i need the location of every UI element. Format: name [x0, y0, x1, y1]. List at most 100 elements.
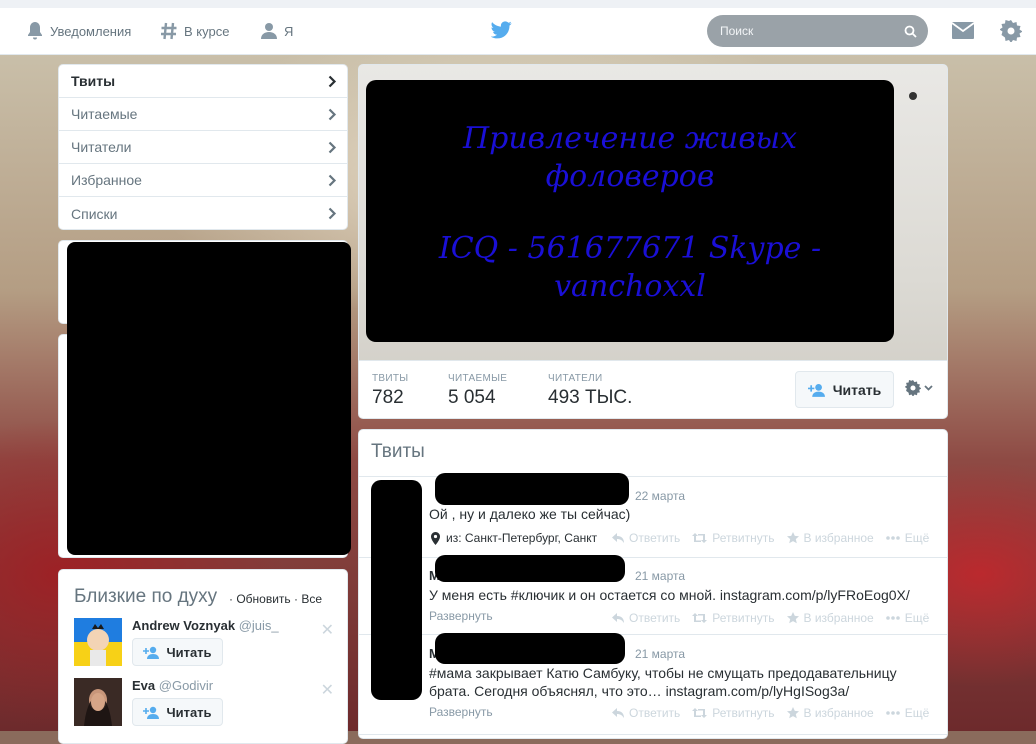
stat-followers-label: ЧИТАТЕЛИ: [548, 373, 603, 384]
tweet-item[interactable]: 22 марта Ой , ну и далеко же ты сейчас) …: [359, 473, 947, 558]
tweet-date[interactable]: 21 марта: [635, 569, 685, 583]
who-to-follow-title: Близкие по духу: [74, 586, 218, 607]
stat-following-value: 5 054: [448, 387, 496, 408]
more-dots-icon: [885, 616, 900, 620]
reply-action[interactable]: Ответить: [612, 611, 680, 625]
tweet-location-label: из: Санкт-Петербург, Санкт: [446, 531, 598, 545]
dismiss-icon[interactable]: ✕: [321, 620, 334, 640]
retweet-label: Ретвитнуть: [712, 531, 775, 545]
stat-followers-value: 493 ТЫС.: [548, 387, 633, 408]
nav-discover-label: В курсе: [184, 23, 230, 39]
nav-notifications[interactable]: Уведомления: [26, 8, 131, 54]
suggested-user-name[interactable]: Andrew Voznyak: [132, 618, 235, 633]
follow-button[interactable]: Читать: [132, 638, 223, 666]
more-label: Ещё: [904, 706, 930, 720]
nav-me-label: Я: [284, 23, 294, 39]
stat-tweets-label: ТВИТЫ: [372, 373, 409, 384]
stat-tweets[interactable]: ТВИТЫ 782: [372, 373, 408, 409]
location-pin-icon: [431, 531, 440, 545]
banner-text-line: Привлечение живых: [462, 121, 798, 156]
tweet-text-part: У меня есть: [429, 587, 511, 603]
menu-item-tweets[interactable]: Твиты: [59, 65, 347, 98]
menu-item-lists-label: Списки: [71, 205, 118, 222]
menu-item-favorites[interactable]: Избранное: [59, 164, 347, 197]
reply-icon: [612, 533, 624, 543]
reply-action[interactable]: Ответить: [612, 531, 680, 545]
retweet-icon: [692, 708, 708, 718]
avatar[interactable]: [74, 678, 122, 726]
favorite-label: В избранное: [803, 706, 874, 720]
favorite-action[interactable]: В избранное: [786, 706, 874, 720]
tweet-text: Ой , ну и далеко же ты сейчас): [429, 506, 631, 522]
gear-icon: [905, 380, 921, 396]
search-icon[interactable]: [904, 25, 917, 38]
messages-icon[interactable]: [952, 22, 974, 39]
redacted-username: [435, 555, 625, 582]
view-all-link[interactable]: Все: [301, 592, 322, 606]
twitter-bird-logo[interactable]: [491, 21, 512, 39]
refresh-link[interactable]: Обновить: [236, 592, 290, 606]
tweet-location[interactable]: из: Санкт-Петербург, Санкт: [431, 531, 601, 545]
timeline-card: Твиты 22 марта Ой , ну и далеко же ты се…: [358, 429, 948, 739]
favorite-action[interactable]: В избранное: [786, 611, 874, 625]
more-action[interactable]: Ещё: [885, 531, 929, 545]
suggested-user-handle: @Godivir: [158, 678, 214, 693]
bell-icon: [28, 22, 42, 40]
more-action[interactable]: Ещё: [885, 611, 929, 625]
more-action[interactable]: Ещё: [885, 706, 930, 720]
star-icon: [786, 612, 799, 624]
tweet-date[interactable]: 21 марта: [635, 647, 685, 661]
reply-label: Ответить: [629, 706, 681, 720]
stat-following[interactable]: ЧИТАЕМЫЕ 5 054: [448, 373, 507, 409]
chevron-down-icon: [924, 385, 933, 391]
stat-followers[interactable]: ЧИТАТЕЛИ 493 ТЫС.: [548, 373, 632, 409]
follow-button-label: Читать: [166, 644, 212, 660]
avatar[interactable]: [74, 618, 122, 666]
nav-me[interactable]: Я: [260, 8, 293, 54]
search-input[interactable]: [707, 15, 900, 47]
favorite-label: В избранное: [803, 611, 874, 625]
retweet-action[interactable]: Ретвитнуть: [692, 531, 775, 545]
menu-item-lists[interactable]: Списки: [59, 197, 347, 230]
tweet-actions: Ответить Ретвитнуть В избранное Ещё: [612, 531, 941, 545]
tweet-item[interactable]: М 21 марта #мама закрывает Катю Самбуку,…: [359, 633, 947, 735]
tweet-text-part: и он остается со мной.: [564, 587, 720, 603]
chevron-right-icon: [328, 207, 337, 220]
profile-nav-menu: Твиты Читаемые Читатели Избранное Списки: [58, 64, 348, 230]
redacted-avatars: [371, 480, 422, 700]
follow-profile-button[interactable]: Читать: [795, 371, 894, 408]
menu-item-followers-label: Читатели: [71, 139, 132, 155]
hashtag-icon: [161, 22, 177, 40]
tweet-hashtag[interactable]: #мама: [429, 665, 472, 681]
stat-tweets-value: 782: [372, 387, 404, 408]
dismiss-icon[interactable]: ✕: [321, 680, 334, 700]
tweet-date[interactable]: 22 марта: [635, 489, 685, 503]
nav-discover[interactable]: В курсе: [160, 8, 229, 54]
retweet-action[interactable]: Ретвитнуть: [692, 706, 775, 720]
menu-item-following[interactable]: Читаемые: [59, 98, 347, 131]
expand-link[interactable]: Развернуть: [429, 609, 493, 623]
settings-gear-icon[interactable]: [1000, 20, 1022, 42]
reply-action[interactable]: Ответить: [612, 706, 680, 720]
tweet-item[interactable]: М 21 марта У меня есть #ключик и он оста…: [359, 555, 947, 635]
tweet-link[interactable]: instagram.com/p/lyHgISog3a/: [666, 683, 850, 699]
tweet-actions: Ответить Ретвитнуть В избранное Ещё: [612, 611, 941, 625]
tweet-link[interactable]: instagram.com/p/lyFRoEog0X/: [720, 587, 910, 603]
tweet-text: У меня есть #ключик и он остается со мно…: [429, 586, 939, 604]
reply-label: Ответить: [629, 531, 681, 545]
more-dots-icon: [885, 711, 900, 715]
favorite-action[interactable]: В избранное: [786, 531, 874, 545]
chevron-right-icon: [328, 141, 337, 153]
menu-item-tweets-label: Твиты: [71, 73, 116, 89]
who-to-follow-card: Близкие по духу · Обновить · Все Andrew …: [58, 569, 348, 744]
profile-settings-dropdown[interactable]: [905, 380, 933, 396]
suggested-user-name[interactable]: Eva: [132, 678, 155, 693]
retweet-action[interactable]: Ретвитнуть: [692, 611, 775, 625]
tweet-hashtag[interactable]: #ключик: [511, 587, 565, 603]
expand-link[interactable]: Развернуть: [429, 705, 493, 719]
suggested-user: Eva @Godivir Читать ✕: [59, 678, 348, 734]
follow-button[interactable]: Читать: [132, 698, 223, 726]
add-user-icon: [807, 383, 825, 397]
redacted-block: [67, 242, 351, 555]
menu-item-followers[interactable]: Читатели: [59, 131, 347, 164]
